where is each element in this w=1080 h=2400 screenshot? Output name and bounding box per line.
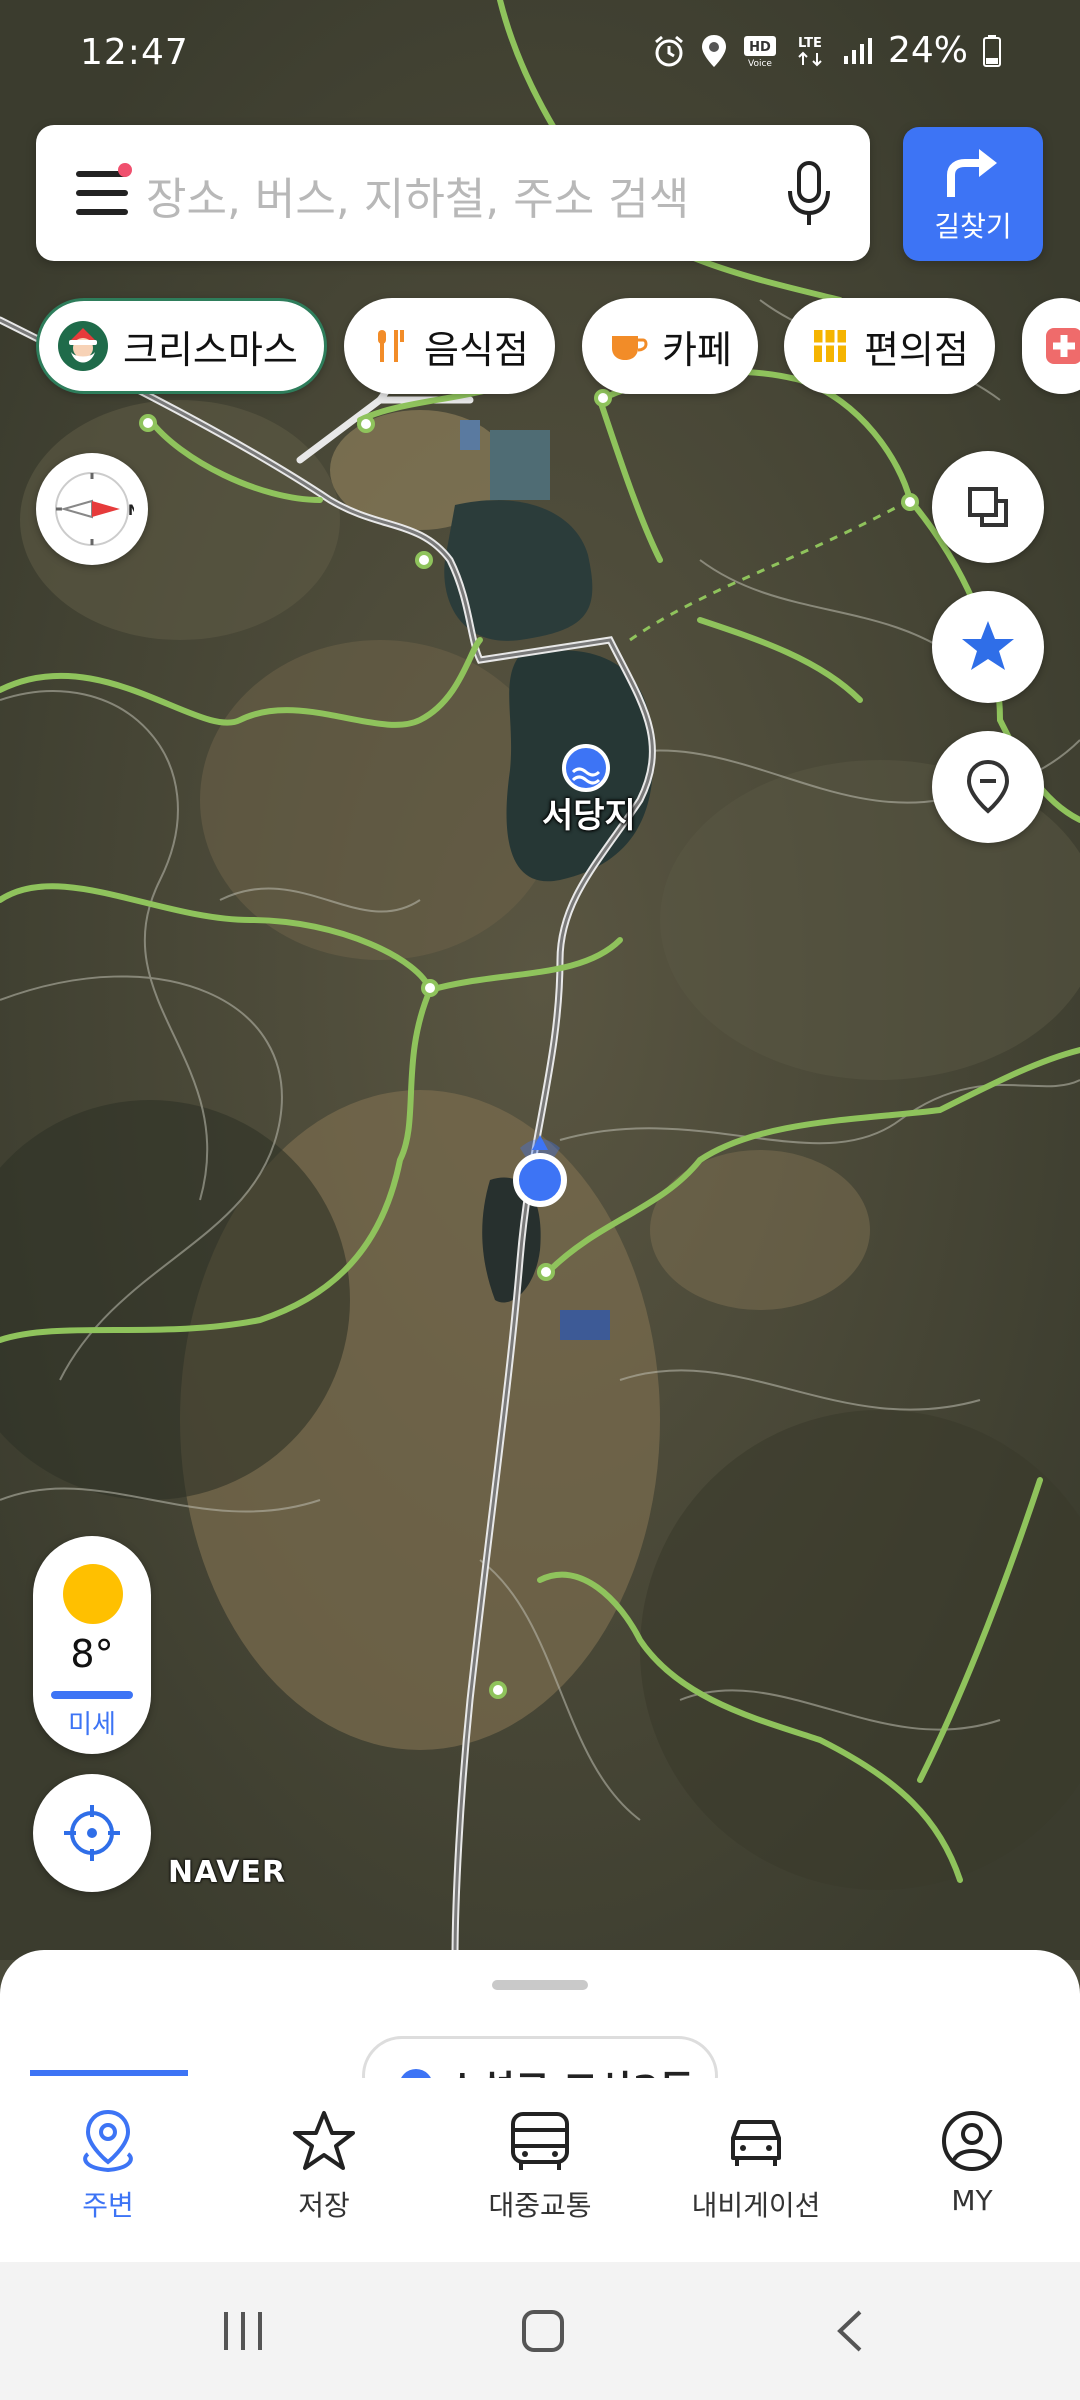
layers-icon xyxy=(968,487,1008,527)
microphone-icon[interactable] xyxy=(784,159,834,229)
bottom-tab-bar: 주변 저장 대중교통 내비게이션 MY xyxy=(0,2078,1080,2262)
coffee-cup-icon xyxy=(612,336,648,360)
star-outline-icon xyxy=(293,2111,355,2170)
chip-christmas[interactable]: 크리스마스 xyxy=(36,298,327,394)
notification-dot xyxy=(118,163,132,177)
place-pin-button[interactable] xyxy=(932,731,1044,843)
chip-label: 편의점 xyxy=(864,327,969,372)
battery-icon xyxy=(983,34,1001,67)
tab-label: MY xyxy=(951,2184,993,2217)
location-icon xyxy=(701,34,726,67)
chip-cafe[interactable]: 카페 xyxy=(582,298,758,394)
profile-icon xyxy=(942,2111,1002,2171)
map-canvas xyxy=(0,0,1080,1960)
back-icon[interactable] xyxy=(830,2308,870,2354)
tab-my[interactable]: MY xyxy=(872,2108,1072,2217)
favorites-button[interactable] xyxy=(932,591,1044,703)
sheet-handle[interactable] xyxy=(492,1980,588,1990)
place-label-reservoir[interactable]: 서당지 xyxy=(542,788,636,837)
svg-text:Voice: Voice xyxy=(748,59,772,69)
chip-label: 크리스마스 xyxy=(123,327,298,372)
map-pin-icon xyxy=(966,759,1010,814)
fork-knife-icon xyxy=(378,330,404,362)
dust-level-bar xyxy=(51,1691,133,1699)
current-location-dot xyxy=(513,1153,567,1207)
system-navigation-bar xyxy=(0,2262,1080,2400)
sun-icon xyxy=(63,1564,123,1624)
svg-text:LTE: LTE xyxy=(798,36,822,51)
compass-button[interactable]: N xyxy=(36,453,148,565)
naver-logo: NAVER xyxy=(168,1855,287,1890)
compass-icon: N xyxy=(55,472,134,546)
menu-icon[interactable] xyxy=(76,163,132,215)
chip-convenience-store[interactable]: 편의점 xyxy=(784,298,995,394)
store-icon xyxy=(814,330,846,362)
my-location-button[interactable] xyxy=(33,1774,151,1892)
signal-icon xyxy=(843,37,872,64)
tab-navigation[interactable]: 내비게이션 xyxy=(656,2108,856,2224)
tab-label: 내비게이션 xyxy=(691,2189,821,2222)
weather-temperature: 8° xyxy=(70,1632,114,1676)
status-bar: 12:47 HD Voice LTE 24% xyxy=(0,0,1080,110)
directions-label: 길찾기 xyxy=(934,210,1012,243)
bus-icon xyxy=(511,2112,569,2170)
santa-icon xyxy=(58,321,108,371)
search-bar[interactable]: 장소, 버스, 지하철, 주소 검색 xyxy=(36,125,870,261)
recent-apps-icon[interactable] xyxy=(220,2308,266,2354)
alarm-icon xyxy=(655,35,683,66)
map-layers-button[interactable] xyxy=(932,451,1044,563)
status-icons: HD Voice LTE 24% xyxy=(652,30,1002,71)
status-time: 12:47 xyxy=(80,32,189,73)
satellite-map[interactable] xyxy=(0,0,1080,1960)
search-placeholder[interactable]: 장소, 버스, 지하철, 주소 검색 xyxy=(146,163,689,227)
chip-restaurant[interactable]: 음식점 xyxy=(344,298,555,394)
chip-hospital[interactable] xyxy=(1022,298,1080,394)
svg-text:HD: HD xyxy=(749,40,771,55)
weather-widget[interactable]: 8° 미세 xyxy=(33,1536,151,1754)
tab-transit[interactable]: 대중교통 xyxy=(440,2108,640,2224)
tab-label: 주변 xyxy=(82,2189,134,2222)
directions-arrow-icon xyxy=(947,149,997,197)
tab-saved[interactable]: 저장 xyxy=(224,2108,424,2224)
tab-label: 대중교통 xyxy=(488,2189,592,2222)
nearby-pin-icon xyxy=(83,2109,133,2173)
chip-label: 음식점 xyxy=(424,327,529,372)
reservoir-icon xyxy=(562,744,610,792)
lte-icon: LTE xyxy=(798,36,822,66)
dust-label: 미세 xyxy=(68,1710,116,1740)
medical-cross-icon xyxy=(1046,328,1080,364)
crosshair-icon xyxy=(64,1805,120,1861)
svg-text:N: N xyxy=(128,503,134,519)
battery-percent: 24% xyxy=(887,30,968,71)
chip-label: 카페 xyxy=(662,327,732,372)
active-tab-indicator xyxy=(30,2070,188,2076)
directions-button[interactable]: 길찾기 xyxy=(903,127,1043,261)
tab-nearby[interactable]: 주변 xyxy=(8,2108,208,2224)
tab-label: 저장 xyxy=(298,2189,350,2222)
star-icon xyxy=(962,621,1014,670)
home-icon[interactable] xyxy=(520,2308,566,2354)
hd-voice-icon: HD Voice xyxy=(743,35,776,69)
car-icon xyxy=(731,2120,781,2166)
